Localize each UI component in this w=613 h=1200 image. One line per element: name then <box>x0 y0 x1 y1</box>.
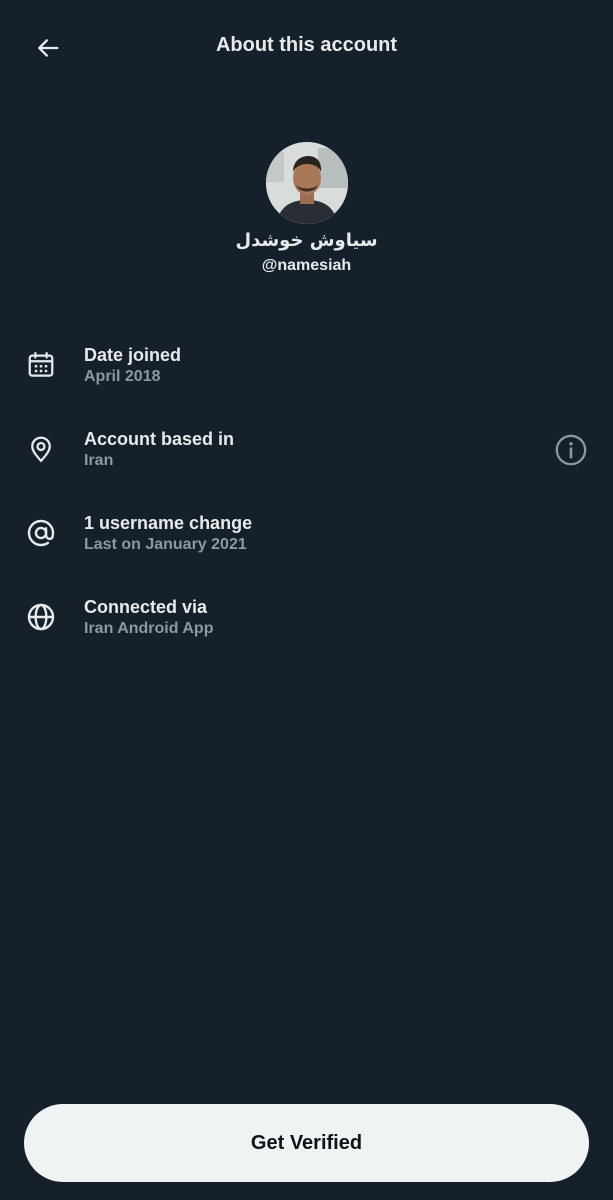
account-based-in-label: Account based in <box>84 429 235 449</box>
info-row-date-joined: Date joined April 2018 <box>0 340 613 424</box>
calendar-icon <box>24 348 58 382</box>
username-handle: @namesiah <box>261 257 352 274</box>
display-name: سیاوش خوشدل <box>235 230 378 251</box>
connected-via-label: Connected via <box>84 597 208 617</box>
info-row-account-based-in: Account based in Iran <box>0 424 613 508</box>
profile-summary: سیاوش خوشدل @namesiah <box>0 142 613 275</box>
account-based-in-value: Iran <box>84 452 114 469</box>
at-sign-icon <box>24 516 58 550</box>
location-pin-icon <box>24 432 58 466</box>
account-info-list: Date joined April 2018 Account based in … <box>0 340 613 676</box>
username-change-value: Last on January 2021 <box>84 536 247 553</box>
top-bar: About this account <box>0 0 613 95</box>
info-circle-icon <box>555 434 587 466</box>
page-title: About this account <box>215 34 398 56</box>
about-account-screen: About this account سیاوش خوشدل @namesiah <box>0 0 613 1200</box>
info-row-connected-via: Connected via Iran Android App <box>0 592 613 676</box>
date-joined-label: Date joined <box>84 345 182 365</box>
avatar[interactable] <box>265 142 348 224</box>
info-button[interactable] <box>553 432 589 468</box>
username-change-label: 1 username change <box>84 513 253 533</box>
globe-icon <box>24 600 58 634</box>
get-verified-button[interactable]: Get Verified <box>24 1104 589 1182</box>
connected-via-value: Iran Android App <box>84 620 214 637</box>
date-joined-value: April 2018 <box>84 368 161 385</box>
info-row-username-change: 1 username change Last on January 2021 <box>0 508 613 592</box>
